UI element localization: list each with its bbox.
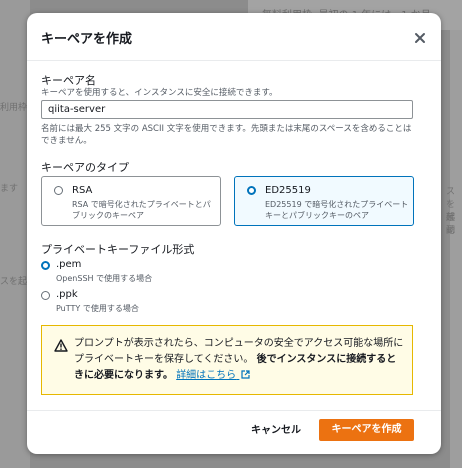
learn-more-link[interactable]: 詳細はこちら [176, 370, 250, 381]
pem-radio[interactable] [41, 261, 50, 270]
key-type-label: キーペアのタイプ [41, 161, 129, 174]
close-icon[interactable] [413, 31, 427, 45]
ppk-description: PuTTY で使用する場合 [56, 304, 139, 313]
pem-description: OpenSSH で使用する場合 [56, 274, 153, 283]
ppk-radio[interactable] [41, 291, 50, 300]
key-name-constraint: 名前には最大 255 文字の ASCII 文字を使用できます。先頭または末尾のス… [41, 124, 412, 146]
dialog-title: キーペアを作成 [41, 32, 133, 47]
pem-label[interactable]: .pem [56, 259, 81, 270]
ed25519-radio[interactable] [247, 186, 256, 195]
cancel-button[interactable]: キャンセル [241, 421, 311, 441]
create-key-pair-button[interactable]: キーペアを作成 [319, 419, 414, 441]
backdrop-text: 確認 [446, 213, 456, 236]
ed25519-description: ED25519 で暗号化されたプライベートキーとパブリックキーのペア [265, 200, 409, 220]
key-name-description: キーペアを使用すると、インスタンスに安全に接続できます。 [41, 88, 278, 98]
key-type-option-rsa[interactable]: RSA RSA で暗号化されたプライベートとパブリックのキーペア [41, 176, 221, 226]
rsa-radio[interactable] [54, 186, 63, 195]
key-type-option-ed25519[interactable]: ED25519 ED25519 で暗号化されたプライベートキーとパブリックキーの… [234, 176, 414, 226]
external-link-icon[interactable] [241, 370, 250, 379]
ppk-label[interactable]: .ppk [56, 289, 78, 300]
learn-more-label[interactable]: 詳細はこちら [176, 370, 236, 381]
rsa-description: RSA で暗号化されたプライベートとパブリックのキーペア [72, 200, 211, 220]
dialog-header: キーペアを作成 [27, 13, 441, 61]
ed25519-title: ED25519 [265, 185, 311, 196]
save-key-warning: プロンプトが表示されたら、コンピュータの安全でアクセス可能な場所にプライベートキ… [41, 325, 413, 395]
backdrop-text: ます [0, 184, 19, 194]
key-name-input[interactable]: qiita-server [41, 100, 413, 119]
create-key-pair-dialog: キーペアを作成 キーペア名 キーペアを使用すると、インスタンスに安全に接続できま… [27, 13, 441, 454]
file-format-label: プライベートキーファイル形式 [41, 243, 195, 256]
dialog-footer: キャンセル キーペアを作成 [27, 410, 441, 455]
warning-text: プロンプトが表示されたら、コンピュータの安全でアクセス可能な場所にプライベートキ… [74, 336, 406, 384]
warning-icon [54, 339, 68, 352]
backdrop-left-panel [0, 0, 30, 468]
rsa-title: RSA [72, 185, 93, 196]
